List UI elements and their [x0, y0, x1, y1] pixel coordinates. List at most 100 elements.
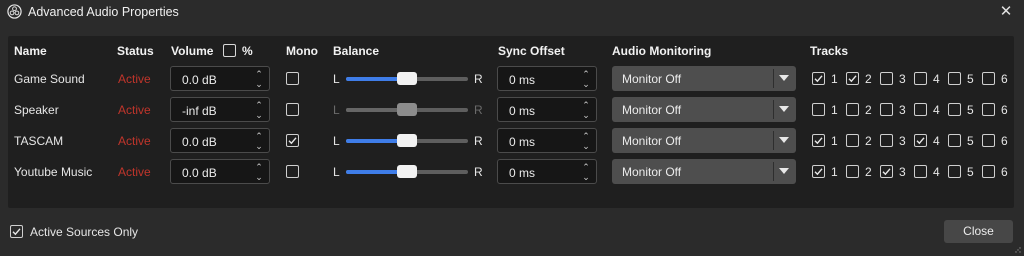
slider-handle[interactable] — [397, 72, 417, 85]
track-1-checkbox[interactable] — [812, 134, 825, 147]
spin-down-icon[interactable]: ⌄ — [581, 111, 591, 120]
monitoring-value: Monitor Off — [622, 134, 682, 148]
sync-offset-spinbox[interactable]: 0 ms ⌃ ⌄ — [497, 128, 597, 153]
volume-percent-checkbox[interactable] — [223, 44, 236, 57]
spin-up-icon[interactable]: ⌃ — [254, 101, 264, 110]
track-5-checkbox[interactable] — [948, 72, 961, 85]
title-bar: Advanced Audio Properties ✕ — [0, 0, 1024, 24]
chevron-down-icon — [779, 106, 789, 112]
sync-offset-spinbox[interactable]: 0 ms ⌃ ⌄ — [497, 159, 597, 184]
spin-down-icon[interactable]: ⌄ — [254, 80, 264, 89]
resize-grip-icon[interactable] — [1015, 247, 1021, 253]
volume-spinbox[interactable]: 0.0 dB ⌃ ⌄ — [170, 159, 270, 184]
track-number-label: 1 — [831, 165, 838, 179]
close-button[interactable]: Close — [944, 220, 1013, 243]
balance-slider[interactable] — [346, 164, 468, 180]
slider-handle[interactable] — [397, 103, 417, 116]
track-number-label: 5 — [967, 134, 974, 148]
track-3-checkbox[interactable] — [880, 134, 893, 147]
spin-up-icon[interactable]: ⌃ — [581, 163, 591, 172]
spin-down-icon[interactable]: ⌄ — [581, 142, 591, 151]
spin-down-icon[interactable]: ⌄ — [581, 173, 591, 182]
spin-down-icon[interactable]: ⌄ — [254, 142, 264, 151]
mono-checkbox[interactable] — [286, 134, 299, 147]
balance-right-label: R — [474, 103, 483, 117]
track-3-checkbox[interactable] — [880, 103, 893, 116]
track-2-checkbox[interactable] — [846, 134, 859, 147]
track-3-checkbox[interactable] — [880, 165, 893, 178]
balance-slider[interactable] — [346, 102, 468, 118]
balance-left-label: L — [333, 72, 340, 86]
active-sources-only-label: Active Sources Only — [30, 225, 139, 239]
spin-down-icon[interactable]: ⌄ — [254, 173, 264, 182]
close-icon[interactable]: ✕ — [996, 2, 1016, 22]
spin-up-icon[interactable]: ⌃ — [254, 163, 264, 172]
track-4-checkbox[interactable] — [914, 134, 927, 147]
track-number-label: 6 — [1001, 165, 1008, 179]
track-1-checkbox[interactable] — [812, 103, 825, 116]
header-status: Status — [117, 44, 154, 58]
spin-up-icon[interactable]: ⌃ — [254, 70, 264, 79]
track-1-checkbox[interactable] — [812, 165, 825, 178]
mono-checkbox[interactable] — [286, 72, 299, 85]
audio-monitoring-dropdown[interactable]: Monitor Off — [612, 159, 796, 184]
table-row: Youtube Music Active 0.0 dB ⌃ ⌄ L R 0 ms ⌃ ⌄ Monit… — [0, 159, 1024, 185]
audio-monitoring-dropdown[interactable]: Monitor Off — [612, 66, 796, 91]
track-2-checkbox[interactable] — [846, 165, 859, 178]
track-4-checkbox[interactable] — [914, 72, 927, 85]
mono-checkbox[interactable] — [286, 103, 299, 116]
mono-checkbox[interactable] — [286, 165, 299, 178]
track-5-checkbox[interactable] — [948, 134, 961, 147]
balance-left-label: L — [333, 134, 340, 148]
header-volume: Volume — [171, 44, 214, 58]
table-row: Game Sound Active 0.0 dB ⌃ ⌄ L R 0 ms ⌃ ⌄ Monitor … — [0, 66, 1024, 92]
sync-offset-value: 0 ms — [509, 135, 536, 149]
track-4-checkbox[interactable] — [914, 103, 927, 116]
balance-slider[interactable] — [346, 71, 468, 87]
track-5-checkbox[interactable] — [948, 165, 961, 178]
sync-offset-spinbox[interactable]: 0 ms ⌃ ⌄ — [497, 97, 597, 122]
track-number-label: 4 — [933, 165, 940, 179]
track-4-checkbox[interactable] — [914, 165, 927, 178]
track-5-checkbox[interactable] — [948, 103, 961, 116]
active-sources-only-checkbox[interactable] — [10, 225, 23, 238]
volume-value: 0.0 dB — [182, 135, 217, 149]
audio-monitoring-dropdown[interactable]: Monitor Off — [612, 97, 796, 122]
track-number-label: 3 — [899, 134, 906, 148]
sync-offset-value: 0 ms — [509, 73, 536, 87]
spin-up-icon[interactable]: ⌃ — [581, 132, 591, 141]
balance-slider[interactable] — [346, 133, 468, 149]
spin-up-icon[interactable]: ⌃ — [581, 101, 591, 110]
status-label: Active — [118, 134, 151, 148]
monitoring-value: Monitor Off — [622, 103, 682, 117]
spin-up-icon[interactable]: ⌃ — [254, 132, 264, 141]
volume-spinbox[interactable]: -inf dB ⌃ ⌄ — [170, 97, 270, 122]
track-3-checkbox[interactable] — [880, 72, 893, 85]
track-2-checkbox[interactable] — [846, 103, 859, 116]
track-6-checkbox[interactable] — [982, 103, 995, 116]
track-number-label: 5 — [967, 72, 974, 86]
volume-spinbox[interactable]: 0.0 dB ⌃ ⌄ — [170, 128, 270, 153]
balance-right-label: R — [474, 72, 483, 86]
sync-offset-value: 0 ms — [509, 166, 536, 180]
sync-offset-spinbox[interactable]: 0 ms ⌃ ⌄ — [497, 66, 597, 91]
spin-down-icon[interactable]: ⌄ — [254, 111, 264, 120]
track-number-label: 1 — [831, 103, 838, 117]
audio-monitoring-dropdown[interactable]: Monitor Off — [612, 128, 796, 153]
spin-down-icon[interactable]: ⌄ — [581, 80, 591, 89]
track-6-checkbox[interactable] — [982, 165, 995, 178]
track-1-checkbox[interactable] — [812, 72, 825, 85]
slider-handle[interactable] — [397, 134, 417, 147]
track-2-checkbox[interactable] — [846, 72, 859, 85]
track-number-label: 6 — [1001, 103, 1008, 117]
header-name: Name — [14, 44, 47, 58]
volume-spinbox[interactable]: 0.0 dB ⌃ ⌄ — [170, 66, 270, 91]
status-label: Active — [118, 165, 151, 179]
track-6-checkbox[interactable] — [982, 72, 995, 85]
spin-up-icon[interactable]: ⌃ — [581, 70, 591, 79]
slider-handle[interactable] — [397, 165, 417, 178]
track-number-label: 4 — [933, 134, 940, 148]
header-balance: Balance — [333, 44, 380, 58]
track-number-label: 4 — [933, 72, 940, 86]
track-6-checkbox[interactable] — [982, 134, 995, 147]
